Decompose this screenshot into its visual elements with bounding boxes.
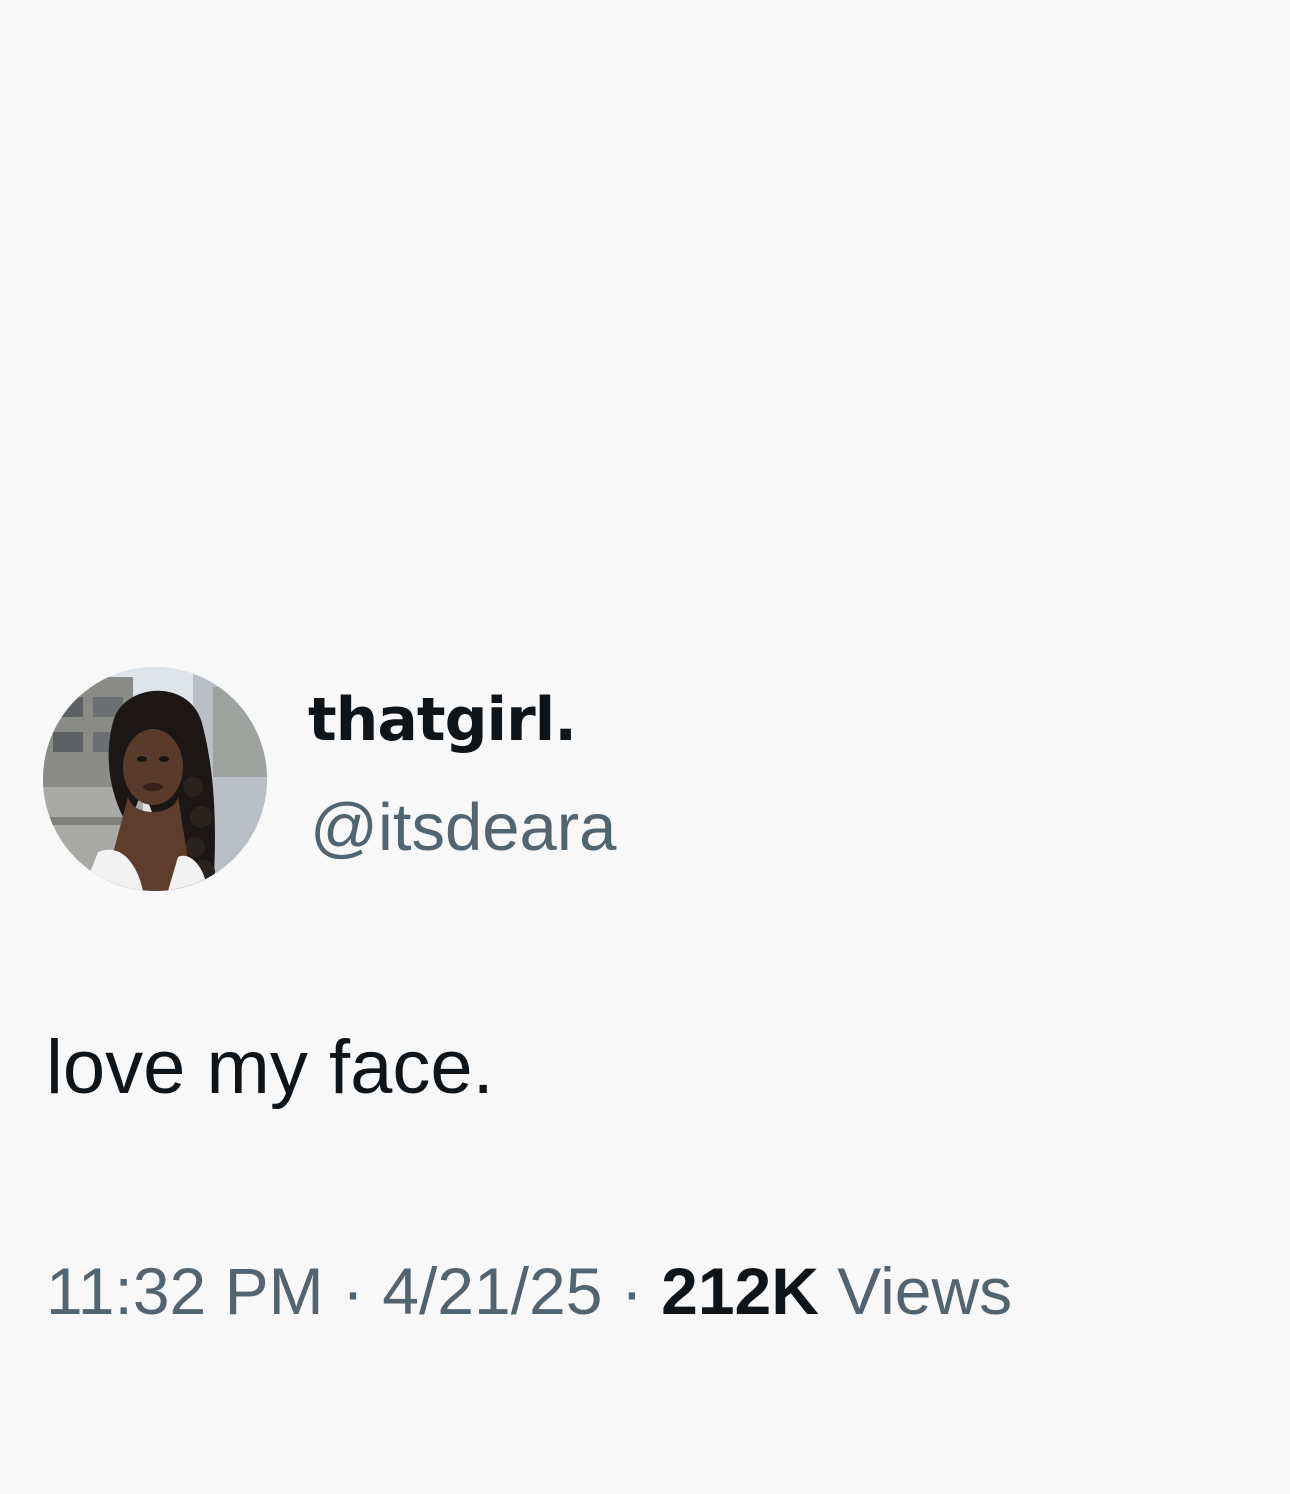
tweet-time[interactable]: 11:32 PM xyxy=(46,1254,324,1328)
username-handle[interactable]: @itsdeara xyxy=(310,794,616,861)
avatar-photo xyxy=(43,667,267,891)
views-count[interactable]: 212K xyxy=(661,1254,819,1328)
tweet-card: thatgirl. @itsdeara love my face. 11:32 … xyxy=(0,0,1290,1494)
views-label: Views xyxy=(818,1254,1013,1328)
tweet-text: love my face. xyxy=(46,1025,494,1110)
tweet-date[interactable]: 4/21/25 xyxy=(382,1254,602,1328)
tweet-meta: 11:32 PM · 4/21/25 · 212K Views xyxy=(46,1258,1012,1324)
separator-dot: · xyxy=(602,1254,662,1328)
display-name[interactable]: thatgirl. xyxy=(308,690,577,750)
avatar[interactable] xyxy=(43,667,267,891)
separator-dot: · xyxy=(323,1254,383,1328)
